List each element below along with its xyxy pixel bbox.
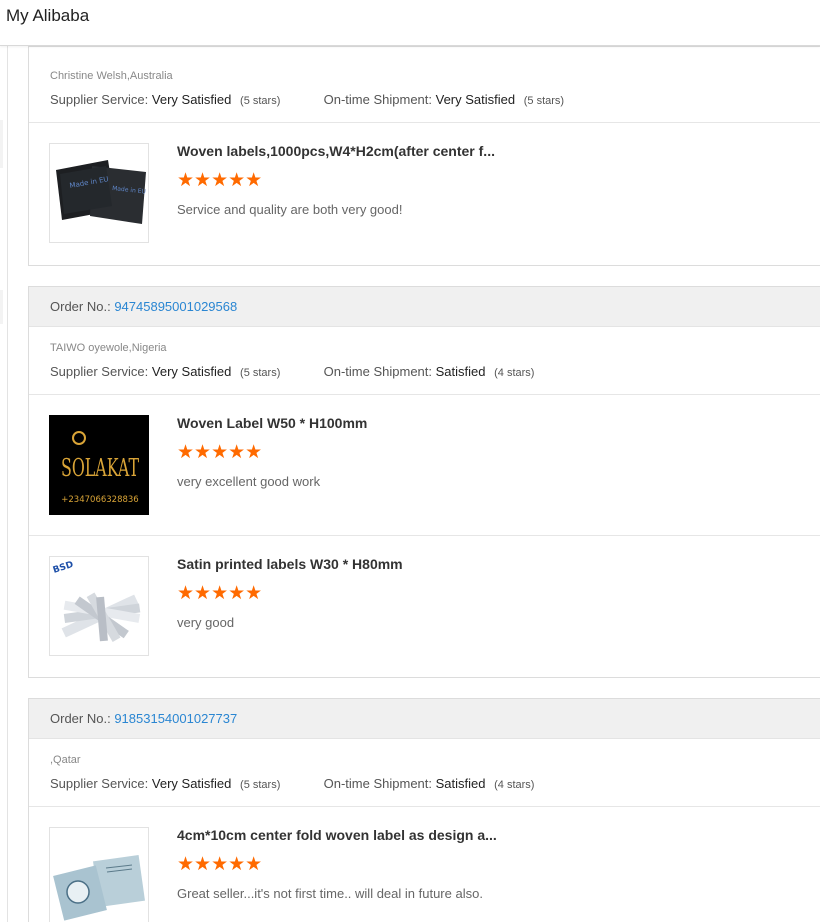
supplier-service-stars: (5 stars) [240, 367, 281, 379]
product-name[interactable]: Satin printed labels W30 * H80mm [177, 556, 403, 572]
review-comment: Great seller...it's not first time.. wil… [177, 886, 483, 901]
ontime-shipment-label: On-time Shipment: [323, 92, 432, 107]
supplier-service-stars: (5 stars) [240, 779, 281, 791]
star-rating: ★★★★★ [177, 170, 263, 191]
product-thumbnail[interactable]: BSD [49, 556, 149, 656]
ontime-shipment-stars: (5 stars) [523, 95, 565, 107]
review-item: Made in EU Made in EU Woven labels,1000p… [29, 122, 820, 263]
review-item: BSD Satin printed labels W30 * H80mm ★★★… [29, 535, 820, 676]
app-title[interactable]: My Alibaba [6, 6, 89, 26]
ontime-shipment-stars: (4 stars) [494, 779, 535, 791]
supplier-service-label: Supplier Service: [50, 776, 149, 791]
review-item: 4cm*10cm center fold woven label as desi… [29, 806, 820, 922]
review-card: Christine Welsh,Australia Supplier Servi… [28, 46, 820, 266]
buyer-name: ,Qatar [50, 754, 81, 766]
ontime-shipment-label: On-time Shipment: [323, 776, 432, 791]
star-rating: ★★★★★ [177, 442, 263, 463]
ontime-shipment-value: Very Satisfied [435, 92, 516, 107]
review-comment: Service and quality are both very good! [177, 202, 403, 217]
left-sidebar-edge [0, 46, 8, 922]
buyer-info: Christine Welsh,Australia Supplier Servi… [29, 47, 820, 107]
supplier-service-value: Very Satisfied [151, 776, 232, 791]
product-thumbnail[interactable] [49, 827, 149, 922]
product-thumbnail[interactable]: Made in EU Made in EU [49, 143, 149, 243]
sidebar-marker [0, 120, 3, 168]
product-name[interactable]: Woven labels,1000pcs,W4*H2cm(after cente… [177, 143, 495, 159]
order-no-label: Order No.: [50, 299, 111, 314]
supplier-service-value: Very Satisfied [151, 364, 232, 379]
product-name[interactable]: Woven Label W50 * H100mm [177, 415, 367, 431]
review-item: SOLAKAT +2347066328836 Woven Label W50 *… [29, 394, 820, 535]
supplier-service-stars: (5 stars) [240, 95, 281, 107]
order-header: Order No.: 91853154001027737 [29, 699, 820, 739]
supplier-service-label: Supplier Service: [50, 364, 149, 379]
order-number-link[interactable]: 91853154001027737 [114, 711, 237, 726]
buyer-info: ,Qatar Supplier Service: Very Satisfied … [29, 739, 820, 791]
top-bar: My Alibaba [0, 0, 820, 46]
product-thumbnail[interactable]: SOLAKAT +2347066328836 [49, 415, 149, 515]
ontime-shipment-stars: (4 stars) [494, 367, 535, 379]
thumb-label: SOLAKAT [61, 454, 139, 482]
buyer-name: TAIWO oyewole,Nigeria [50, 342, 167, 354]
review-comment: very excellent good work [177, 474, 321, 489]
buyer-name: Christine Welsh,Australia [50, 70, 173, 82]
rating-summary: Supplier Service: Very Satisfied (5 star… [50, 776, 820, 791]
sidebar-marker [0, 290, 3, 324]
thumb-sublabel: +2347066328836 [61, 495, 138, 505]
review-card: Order No.: 94745895001029568 TAIWO oyewo… [28, 286, 820, 678]
review-card: Order No.: 91853154001027737 ,Qatar Supp… [28, 698, 820, 922]
order-number-link[interactable]: 94745895001029568 [114, 299, 237, 314]
order-header: Order No.: 94745895001029568 [29, 287, 820, 327]
supplier-service-label: Supplier Service: [50, 92, 149, 107]
rating-summary: Supplier Service: Very Satisfied (5 star… [50, 92, 820, 107]
ontime-shipment-label: On-time Shipment: [323, 364, 432, 379]
review-comment: very good [177, 615, 235, 630]
buyer-info: TAIWO oyewole,Nigeria Supplier Service: … [29, 327, 820, 379]
order-no-label: Order No.: [50, 711, 111, 726]
ontime-shipment-value: Satisfied [435, 364, 486, 379]
rating-summary: Supplier Service: Very Satisfied (5 star… [50, 364, 820, 379]
product-name[interactable]: 4cm*10cm center fold woven label as desi… [177, 827, 497, 843]
ontime-shipment-value: Satisfied [435, 776, 486, 791]
supplier-service-value: Very Satisfied [151, 92, 232, 107]
star-rating: ★★★★★ [177, 854, 263, 875]
star-rating: ★★★★★ [177, 583, 263, 604]
